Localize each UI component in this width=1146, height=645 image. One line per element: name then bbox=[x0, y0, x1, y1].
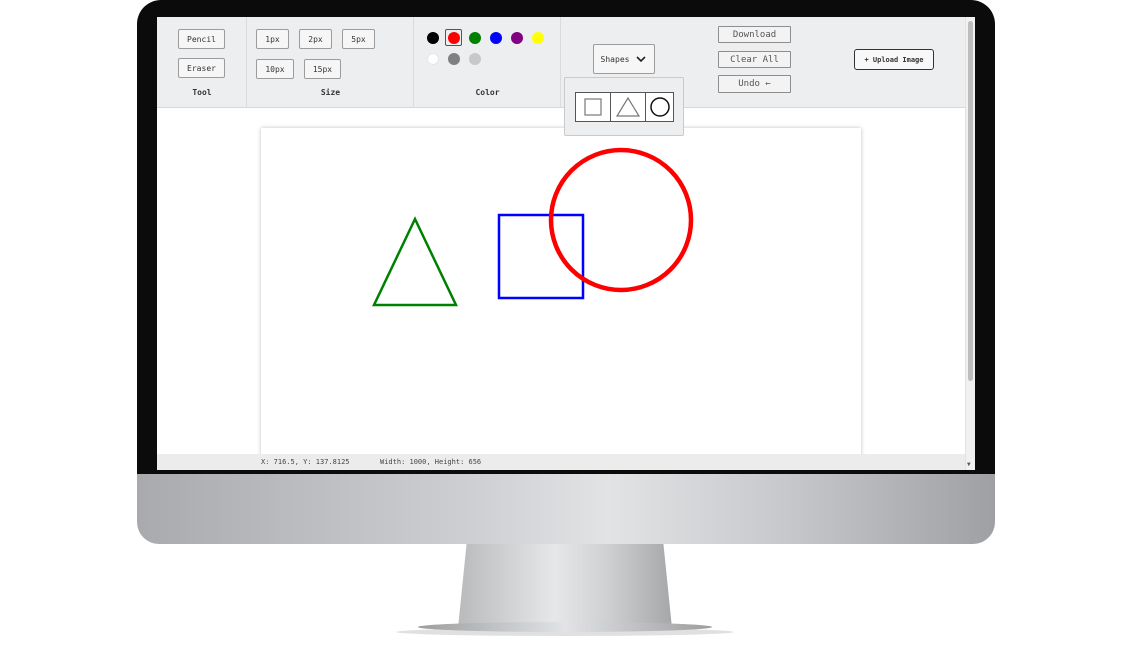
app-screen: Pencil Eraser Tool 1px 2px 5px 10px 15px… bbox=[157, 17, 975, 470]
square-icon bbox=[584, 98, 602, 116]
color-swatch-yellow[interactable] bbox=[532, 32, 544, 44]
scroll-down-arrow-icon[interactable]: ▼ bbox=[967, 461, 971, 468]
monitor-chin bbox=[137, 474, 995, 544]
monitor-stand-foot bbox=[418, 622, 712, 632]
canvas-triangle bbox=[372, 216, 458, 307]
size-10px-button[interactable]: 10px bbox=[256, 59, 294, 79]
canvas-square bbox=[497, 213, 585, 300]
size-1px-button[interactable]: 1px bbox=[256, 29, 289, 49]
triangle-shape-option[interactable] bbox=[610, 92, 646, 122]
square-shape-option[interactable] bbox=[575, 92, 611, 122]
circle-shape-option[interactable] bbox=[645, 92, 674, 122]
color-swatch-light-gray[interactable] bbox=[469, 53, 481, 65]
drawing-canvas[interactable] bbox=[261, 128, 861, 458]
color-swatch-blue[interactable] bbox=[490, 32, 502, 44]
shapes-dropdown-button[interactable]: Shapes bbox=[593, 44, 655, 74]
color-group: Color bbox=[414, 17, 561, 108]
cursor-coordinates: X: 716.5, Y: 137.8125 bbox=[261, 458, 350, 466]
canvas-drawing bbox=[372, 147, 694, 307]
chevron-down-icon bbox=[636, 56, 647, 63]
color-swatch-black[interactable] bbox=[427, 32, 439, 44]
upload-image-button[interactable]: + Upload Image bbox=[854, 49, 934, 70]
monitor-stand-neck bbox=[458, 544, 672, 628]
color-swatch-red[interactable] bbox=[448, 32, 460, 44]
undo-button[interactable]: Undo ← bbox=[718, 75, 791, 93]
size-group-label: Size bbox=[320, 88, 341, 97]
size-group: 1px 2px 5px 10px 15px Size bbox=[247, 17, 414, 108]
tool-group: Pencil Eraser Tool bbox=[157, 17, 247, 108]
clear-all-button[interactable]: Clear All bbox=[718, 51, 791, 68]
size-5px-button[interactable]: 5px bbox=[342, 29, 375, 49]
shapes-dropdown-menu bbox=[564, 77, 684, 136]
download-button[interactable]: Download bbox=[718, 26, 791, 43]
eraser-button[interactable]: Eraser bbox=[178, 58, 225, 78]
canvas-dimensions: Width: 1000, Height: 656 bbox=[380, 458, 482, 466]
size-2px-button[interactable]: 2px bbox=[299, 29, 332, 49]
scrollbar-thumb[interactable] bbox=[968, 21, 973, 381]
color-swatch-green[interactable] bbox=[469, 32, 481, 44]
toolbar: Pencil Eraser Tool 1px 2px 5px 10px 15px… bbox=[157, 17, 965, 108]
color-swatch-gray[interactable] bbox=[448, 53, 460, 65]
shapes-dropdown-label: Shapes bbox=[600, 54, 630, 64]
pencil-button[interactable]: Pencil bbox=[178, 29, 225, 49]
color-swatch-purple[interactable] bbox=[511, 32, 523, 44]
size-15px-button[interactable]: 15px bbox=[304, 59, 341, 79]
color-swatch-white[interactable] bbox=[427, 53, 439, 65]
tool-group-label: Tool bbox=[192, 88, 212, 97]
circle-icon bbox=[649, 97, 670, 117]
color-group-label: Color bbox=[475, 88, 500, 97]
status-bar: X: 716.5, Y: 137.8125 Width: 1000, Heigh… bbox=[157, 454, 965, 470]
triangle-icon bbox=[615, 96, 641, 117]
canvas-circle bbox=[548, 147, 694, 293]
